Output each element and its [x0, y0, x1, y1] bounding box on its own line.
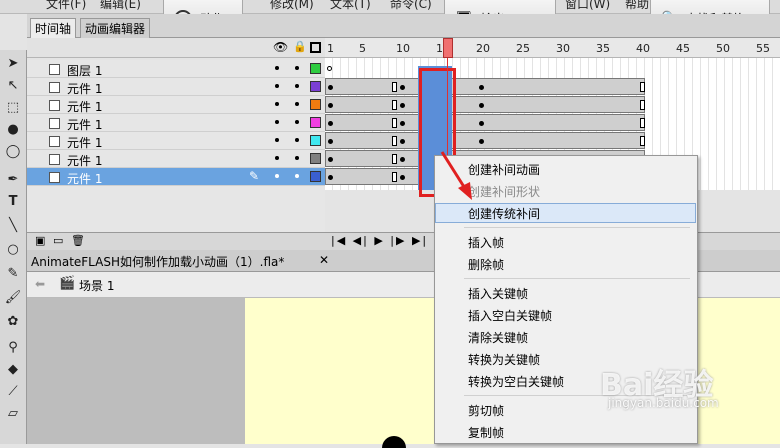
layer-icon: [49, 64, 60, 75]
layer-name: 图层 1: [67, 64, 103, 78]
menu-item-insert-keyframe[interactable]: 插入关键帧: [468, 285, 528, 302]
menu-item-convert-to-keyframes[interactable]: 转换为关键帧: [468, 351, 540, 368]
layer-color-swatch[interactable]: [310, 117, 321, 128]
new-folder-icon[interactable]: ▭: [53, 234, 63, 247]
layer-name: 元件 1: [67, 172, 103, 186]
layer-icon: [49, 100, 60, 111]
playback-controls-icon[interactable]: |◀ ◀| ▶ |▶ ▶|: [331, 234, 428, 247]
layer-color-swatch[interactable]: [310, 135, 321, 146]
ruler-tick: 5: [359, 42, 366, 55]
layer-name: 元件 1: [67, 136, 103, 150]
brush-icon[interactable]: 🖌: [3, 288, 23, 306]
layer-row-selected[interactable]: 元件 1 ✎: [27, 168, 325, 186]
frame-span[interactable]: [325, 96, 645, 113]
tab-timeline[interactable]: 时间轴: [30, 18, 77, 38]
annotation-arrow-icon: [440, 151, 472, 200]
ruler-tick: 25: [516, 42, 530, 55]
layer-color-swatch[interactable]: [310, 81, 321, 92]
layer-icon: [49, 154, 60, 165]
menu-text[interactable]: 文本(T): [330, 0, 371, 12]
layer-name: 元件 1: [67, 154, 103, 168]
ruler-tick: 10: [396, 42, 410, 55]
eye-icon[interactable]: 👁: [273, 40, 288, 54]
layer-icon: [49, 82, 60, 93]
ruler-tick: 40: [636, 42, 650, 55]
lasso-icon[interactable]: ◯: [3, 142, 23, 160]
ruler-tick: 50: [716, 42, 730, 55]
playhead[interactable]: [443, 38, 453, 58]
ruler-tick: 1: [327, 42, 334, 55]
deco-tool-icon[interactable]: ✿: [3, 312, 23, 330]
scene-icon: 🎬: [59, 276, 76, 291]
pencil-icon[interactable]: ✎: [3, 264, 23, 282]
menu-item-copy-frames[interactable]: 复制帧: [468, 424, 504, 441]
close-icon[interactable]: ✕: [319, 253, 329, 267]
paint-bucket-icon[interactable]: ◆: [3, 360, 23, 378]
layer-color-swatch[interactable]: [310, 63, 321, 74]
layer-icon: [49, 118, 60, 129]
menu-help[interactable]: 帮助: [625, 0, 649, 12]
layer-color-swatch[interactable]: [310, 171, 321, 182]
ruler-tick: 30: [556, 42, 570, 55]
scene-label[interactable]: 场景 1: [79, 277, 114, 294]
menu-edit[interactable]: 编辑(E): [100, 0, 141, 12]
lock-icon[interactable]: 🔒: [293, 40, 307, 53]
menu-item-convert-to-blank-keyframes[interactable]: 转换为空白关键帧: [468, 373, 564, 390]
layer-row[interactable]: 元件 1: [27, 96, 325, 114]
menu-item-insert-blank-keyframe[interactable]: 插入空白关键帧: [468, 307, 552, 324]
layer-icon: [49, 172, 60, 183]
tab-motion-editor[interactable]: 动画编辑器: [80, 18, 151, 38]
bone-tool-icon[interactable]: ⚲: [3, 338, 23, 356]
subselection-tool-icon[interactable]: ↖: [3, 76, 23, 94]
eyedropper-icon[interactable]: ⟋: [3, 382, 23, 400]
frame-span[interactable]: [325, 132, 645, 149]
layer-empty-area: [27, 186, 325, 232]
ruler-tick: 20: [476, 42, 490, 55]
pencil-icon: ✎: [249, 169, 260, 183]
layer-color-swatch[interactable]: [310, 99, 321, 110]
line-tool-icon[interactable]: ╲: [3, 216, 23, 234]
layer-header: 👁 🔒: [27, 38, 325, 58]
watermark-url: jingyan.baidu.com: [608, 396, 719, 410]
layer-row[interactable]: 元件 1: [27, 114, 325, 132]
ruler-tick: 35: [596, 42, 610, 55]
layer-icon: [49, 136, 60, 147]
menu-item-clear-keyframe[interactable]: 清除关键帧: [468, 329, 528, 346]
menu-item-insert-frame[interactable]: 插入帧: [468, 234, 504, 251]
document-tab[interactable]: AnimateFLASH如何制作加载小动画（1）.fla*: [31, 253, 284, 270]
frame-ruler[interactable]: 1 5 10 15 20 25 30 35 40 45 50 55: [325, 38, 780, 58]
menu-window[interactable]: 窗口(W): [565, 0, 610, 12]
ruler-tick: 55: [756, 42, 770, 55]
menu-item-remove-frames[interactable]: 删除帧: [468, 256, 504, 273]
layer-name: 元件 1: [67, 100, 103, 114]
eraser-icon[interactable]: ▱: [3, 404, 23, 422]
text-tool-icon[interactable]: T: [3, 192, 23, 210]
menu-file[interactable]: 文件(F): [46, 0, 86, 12]
layer-name: 元件 1: [67, 82, 103, 96]
trash-icon[interactable]: 🗑: [71, 234, 85, 247]
panel-tabs: 时间轴 动画编辑器: [27, 14, 780, 38]
empty-keyframe[interactable]: [327, 66, 332, 71]
menu-commands[interactable]: 命令(C): [390, 0, 432, 12]
layer-row[interactable]: 元件 1: [27, 132, 325, 150]
ruler-tick: 45: [676, 42, 690, 55]
frame-span[interactable]: [325, 78, 645, 95]
layer-row[interactable]: 元件 1: [27, 78, 325, 96]
layer-name: 元件 1: [67, 118, 103, 132]
tools-panel: ➤ ↖ ⬚ ● ◯ ✒ T ╲ ○ ✎ 🖌 ✿ ⚲ ◆ ⟋ ▱: [0, 50, 27, 444]
layer-row[interactable]: 图层 1: [27, 60, 325, 78]
layer-color-swatch[interactable]: [310, 153, 321, 164]
3d-rotation-icon[interactable]: ●: [3, 120, 23, 138]
menu-item-cut-frames[interactable]: 剪切帧: [468, 402, 504, 419]
frame-span[interactable]: [325, 114, 645, 131]
oval-tool-icon[interactable]: ○: [3, 240, 23, 258]
pen-icon[interactable]: ✒: [3, 170, 23, 188]
free-transform-icon[interactable]: ⬚: [3, 98, 23, 116]
back-arrow-icon[interactable]: ⬅: [35, 277, 45, 291]
new-layer-icon[interactable]: ▣: [35, 234, 45, 247]
selection-tool-icon[interactable]: ➤: [3, 54, 23, 72]
menu-modify[interactable]: 修改(M): [270, 0, 314, 12]
layer-row[interactable]: 元件 1: [27, 150, 325, 168]
outline-icon[interactable]: [310, 42, 321, 53]
